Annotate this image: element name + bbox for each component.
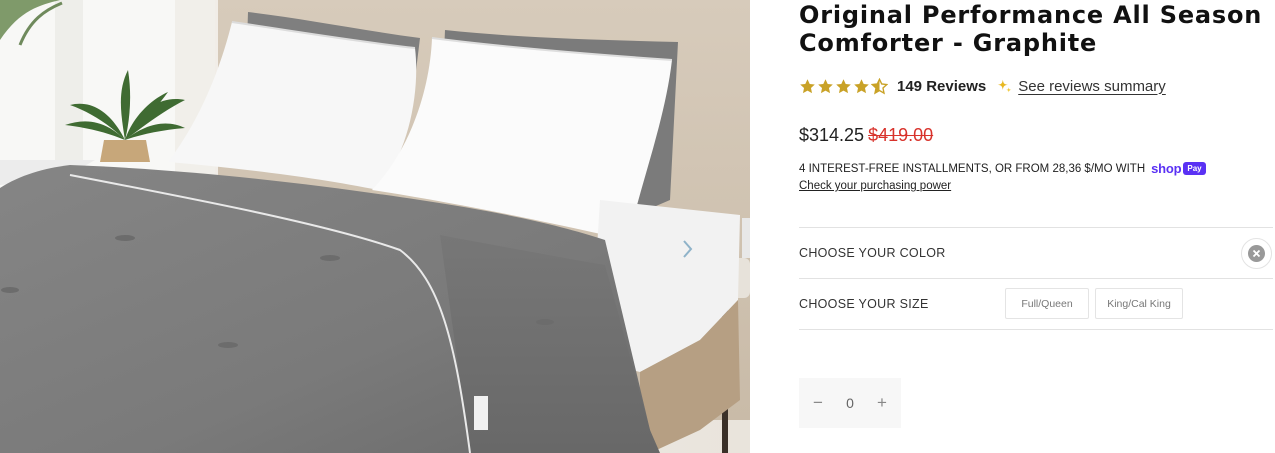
clear-color-button[interactable]	[1241, 238, 1272, 269]
shop-pay-wordmark: shop	[1151, 161, 1182, 176]
size-option-label: CHOOSE YOUR SIZE	[799, 297, 929, 311]
product-info: Original Performance All Season Comforte…	[799, 0, 1275, 453]
star-icon	[836, 78, 851, 93]
size-option-king-cal-king[interactable]: King/Cal King	[1095, 288, 1183, 319]
star-half-icon	[871, 77, 888, 94]
current-price: $314.25	[799, 125, 865, 145]
star-icon	[800, 78, 815, 93]
quantity-decrease-button[interactable]: −	[810, 393, 826, 413]
star-icon	[818, 78, 833, 93]
product-image[interactable]	[0, 0, 750, 453]
purchasing-power-link[interactable]: Check your purchasing power	[799, 180, 951, 192]
bed-illustration	[0, 0, 750, 453]
star-rating[interactable]	[799, 77, 889, 95]
star-icon	[854, 78, 869, 93]
reviews-count-link[interactable]: 149 Reviews	[897, 78, 986, 95]
reviews-summary-link[interactable]: See reviews summary	[1018, 78, 1166, 95]
rating-row: 149 Reviews See reviews summary	[799, 74, 1166, 98]
clear-x-icon	[1248, 245, 1265, 262]
shop-pay-logo: shop Pay	[1151, 161, 1206, 176]
divider	[799, 278, 1273, 279]
installments-text: 4 INTEREST-FREE INSTALLMENTS, OR FROM 28…	[799, 161, 1206, 176]
divider	[799, 329, 1273, 330]
price-row: $314.25 $419.00	[799, 125, 933, 146]
divider	[799, 227, 1273, 228]
product-title: Original Performance All Season Comforte…	[799, 1, 1263, 57]
sparkle-icon	[997, 79, 1012, 92]
chevron-right-icon	[683, 240, 693, 258]
quantity-stepper: − 0 +	[799, 378, 901, 428]
size-option-full-queen[interactable]: Full/Queen	[1005, 288, 1089, 319]
quantity-value[interactable]: 0	[846, 395, 854, 411]
gallery-next-button[interactable]	[678, 236, 698, 262]
color-option-label: CHOOSE YOUR COLOR	[799, 246, 946, 260]
shop-pay-badge: Pay	[1183, 162, 1206, 175]
compare-at-price: $419.00	[868, 125, 934, 145]
installments-label: 4 INTEREST-FREE INSTALLMENTS, OR FROM 28…	[799, 162, 1146, 175]
quantity-increase-button[interactable]: +	[874, 393, 890, 413]
